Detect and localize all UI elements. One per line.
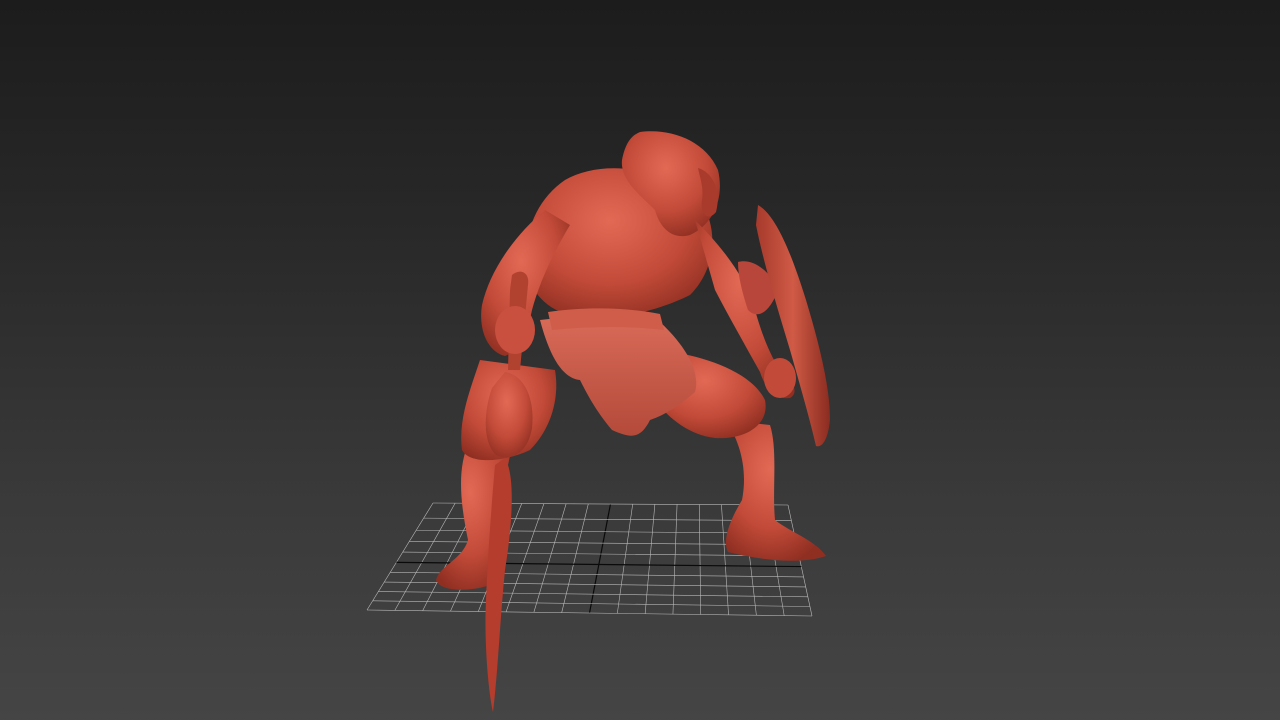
shield[interactable] bbox=[756, 205, 830, 447]
grid-line bbox=[588, 503, 612, 614]
right-leg[interactable] bbox=[725, 420, 826, 561]
left-hand[interactable] bbox=[495, 306, 535, 354]
grid-line bbox=[644, 504, 656, 614]
grid-line bbox=[394, 502, 456, 611]
character-model[interactable] bbox=[436, 131, 830, 712]
grid-line bbox=[617, 504, 633, 614]
grid-line bbox=[672, 504, 678, 615]
grid-line bbox=[505, 503, 545, 612]
grid-line bbox=[533, 503, 567, 613]
grid-line bbox=[698, 504, 702, 615]
perspective-viewport[interactable] bbox=[0, 0, 1280, 720]
belt bbox=[548, 308, 664, 330]
grid-line bbox=[721, 504, 729, 615]
grid-line bbox=[561, 503, 589, 613]
viewport-canvas[interactable] bbox=[0, 0, 1280, 720]
right-hand[interactable] bbox=[764, 358, 796, 398]
grid-line bbox=[366, 502, 434, 611]
